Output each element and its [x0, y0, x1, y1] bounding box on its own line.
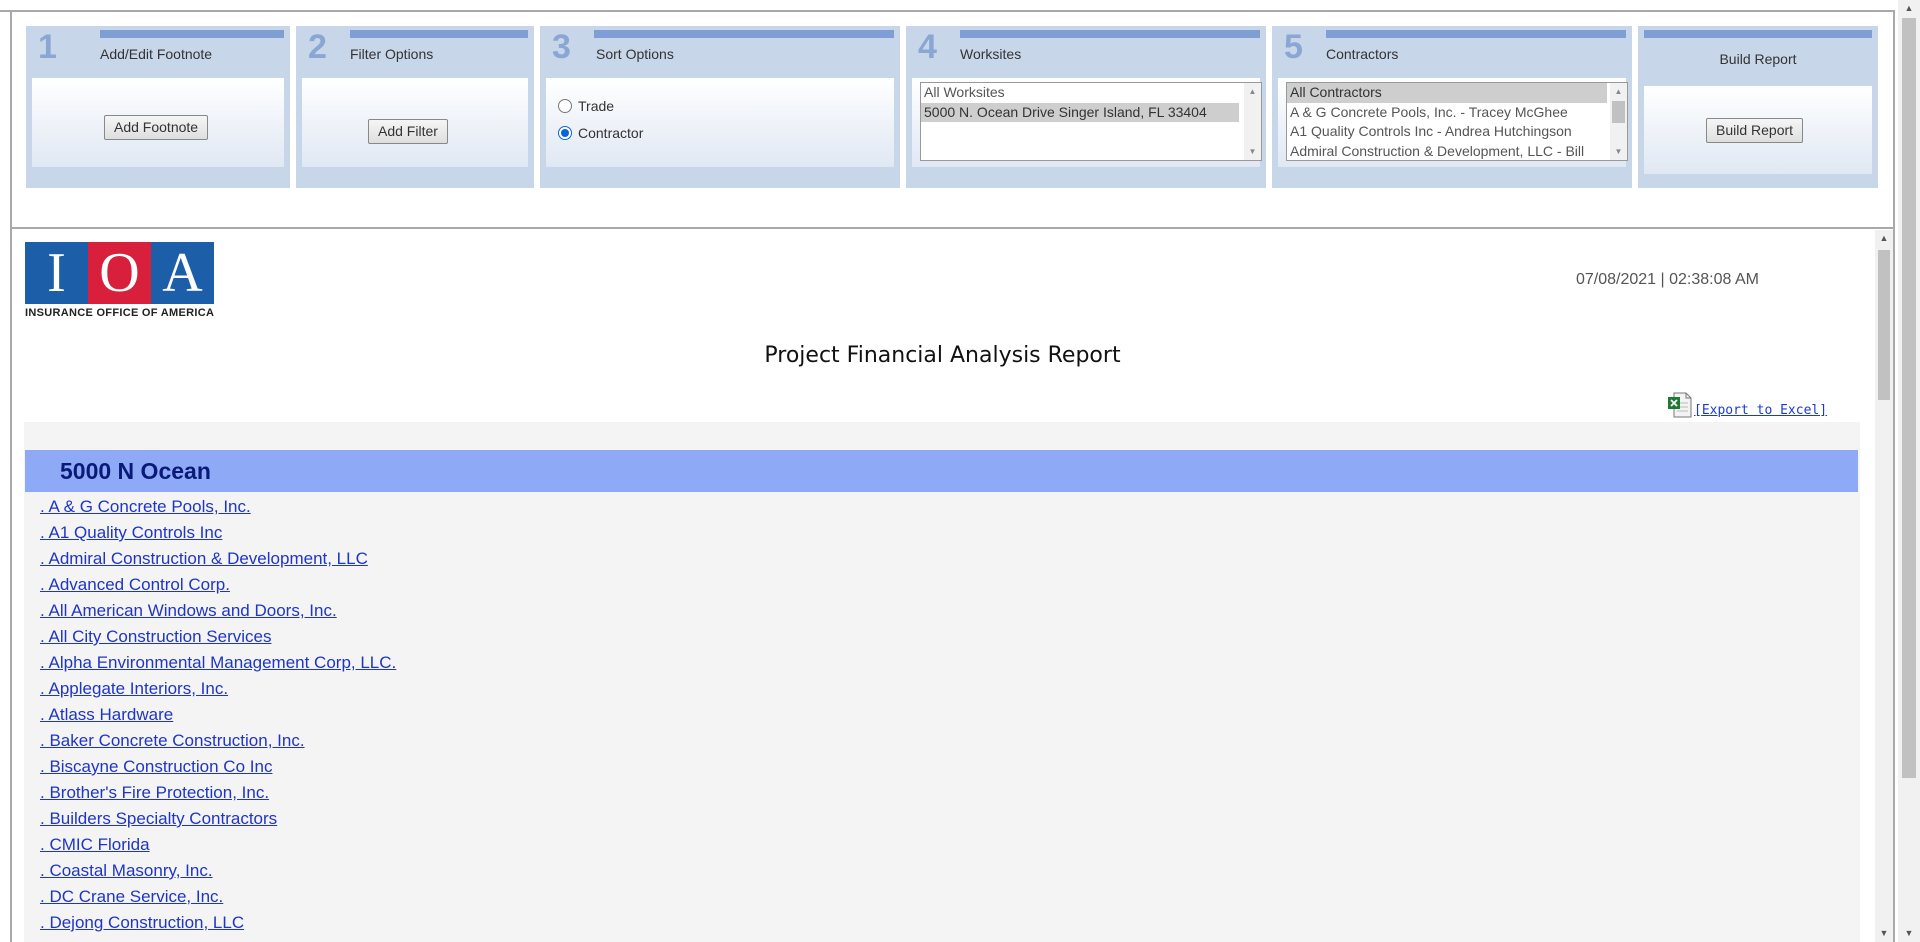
contractor-link[interactable]: . A1 Quality Controls Inc	[40, 522, 396, 548]
step-number: 2	[308, 28, 327, 66]
step-number: 3	[552, 28, 571, 66]
scroll-down-icon[interactable]: ▼	[1610, 143, 1627, 160]
divider	[0, 10, 1895, 12]
step-filter-panel: 2 Filter Options Add Filter	[296, 26, 534, 188]
list-option[interactable]: A & G Concrete Pools, Inc. - Tracey McGh…	[1287, 103, 1607, 123]
sort-contractor-option[interactable]: Contractor	[558, 125, 643, 141]
step-contractors-panel: 5 Contractors All Contractors A & G Conc…	[1272, 26, 1632, 188]
step-title: Worksites	[960, 46, 1022, 62]
sort-trade-option[interactable]: Trade	[558, 98, 614, 114]
step-body: All Worksites 5000 N. Ocean Drive Singer…	[912, 78, 1262, 167]
contractor-link[interactable]: . Dejong Construction, LLC	[40, 912, 396, 938]
step-footnote-panel: 1 Add/Edit Footnote Add Footnote	[26, 26, 290, 188]
step-title: Add/Edit Footnote	[100, 46, 213, 62]
export-to-excel[interactable]: [Export to Excel]	[1668, 392, 1827, 418]
listbox-scrollbar[interactable]: ▲ ▼	[1244, 83, 1261, 160]
scroll-up-icon[interactable]: ▲	[1875, 230, 1893, 247]
worksites-listbox[interactable]: All Worksites 5000 N. Ocean Drive Singer…	[920, 82, 1262, 161]
excel-icon[interactable]	[1668, 392, 1692, 418]
step-accent-bar	[1326, 30, 1626, 38]
step-body: Build Report	[1644, 86, 1872, 174]
step-accent-bar	[960, 30, 1260, 38]
contractor-link[interactable]: . Applegate Interiors, Inc.	[40, 678, 396, 704]
step-body: Add Footnote	[32, 78, 284, 167]
contractor-link[interactable]: . DC Crane Service, Inc.	[40, 886, 396, 912]
contractor-link[interactable]: . Builders Specialty Contractors	[40, 808, 396, 834]
divider	[10, 227, 1895, 229]
trade-radio[interactable]	[558, 99, 572, 113]
scroll-down-icon[interactable]: ▼	[1244, 143, 1261, 160]
step-sort-panel: 3 Sort Options Trade Contractor	[540, 26, 900, 188]
group-title: 5000 N Ocean	[60, 458, 211, 484]
scroll-up-icon[interactable]: ▲	[1898, 0, 1920, 17]
scroll-down-icon[interactable]: ▼	[1898, 925, 1920, 942]
contractor-link[interactable]: . Biscayne Construction Co Inc	[40, 756, 396, 782]
divider	[1893, 10, 1895, 942]
list-option[interactable]: All Worksites	[921, 83, 1261, 103]
step-build-panel: Build Report Build Report	[1638, 26, 1878, 188]
contractor-link[interactable]: . Baker Concrete Construction, Inc.	[40, 730, 396, 756]
logo-tagline: INSURANCE OFFICE OF AMERICA	[25, 307, 215, 319]
ioa-logo: I O A INSURANCE OFFICE OF AMERICA	[25, 242, 215, 321]
scroll-thumb[interactable]	[1878, 250, 1890, 400]
export-to-excel-link[interactable]: [Export to Excel]	[1694, 403, 1827, 418]
contractor-link[interactable]: . Alpha Environmental Management Corp, L…	[40, 652, 396, 678]
step-accent-bar	[100, 30, 284, 38]
step-body: Add Filter	[302, 78, 528, 167]
step-worksites-panel: 4 Worksites All Worksites 5000 N. Ocean …	[906, 26, 1266, 188]
contractor-link[interactable]: . Admiral Construction & Development, LL…	[40, 548, 396, 574]
report-scrollbar[interactable]: ▲ ▼	[1875, 230, 1893, 942]
report-title: Project Financial Analysis Report	[764, 343, 1121, 368]
contractor-link[interactable]: . CMIC Florida	[40, 834, 396, 860]
contractor-link[interactable]: . All City Construction Services	[40, 626, 396, 652]
build-report-button[interactable]: Build Report	[1706, 118, 1804, 143]
step-accent-bar	[594, 30, 894, 38]
add-filter-button[interactable]: Add Filter	[368, 119, 448, 144]
list-option-selected[interactable]: 5000 N. Ocean Drive Singer Island, FL 33…	[921, 102, 1239, 122]
contractor-list: . A & G Concrete Pools, Inc.. A1 Quality…	[40, 496, 396, 938]
report-timestamp: 07/08/2021 | 02:38:08 AM	[1576, 271, 1759, 288]
contractor-link[interactable]: . A & G Concrete Pools, Inc.	[40, 496, 396, 522]
scroll-down-icon[interactable]: ▼	[1875, 925, 1893, 942]
add-footnote-button[interactable]: Add Footnote	[104, 115, 209, 140]
contractor-link[interactable]: . Coastal Masonry, Inc.	[40, 860, 396, 886]
list-option-selected[interactable]: All Contractors	[1287, 83, 1607, 103]
contractor-link[interactable]: . Atlass Hardware	[40, 704, 396, 730]
list-option[interactable]: A1 Quality Controls Inc - Andrea Hutchin…	[1287, 122, 1607, 142]
listbox-scrollbar[interactable]: ▲ ▼	[1610, 83, 1627, 160]
logo-letter: A	[151, 242, 214, 304]
step-title: Contractors	[1326, 46, 1399, 62]
group-header: 5000 N Ocean	[25, 450, 1858, 492]
divider	[10, 10, 12, 942]
step-number: 1	[38, 28, 57, 66]
contractor-radio[interactable]	[558, 126, 572, 140]
step-body: Trade Contractor	[546, 78, 894, 167]
step-body: All Contractors A & G Concrete Pools, In…	[1278, 78, 1628, 167]
scroll-up-icon[interactable]: ▲	[1610, 83, 1627, 100]
logo-letter: O	[88, 242, 151, 304]
contractor-link[interactable]: . Advanced Control Corp.	[40, 574, 396, 600]
contractors-listbox[interactable]: All Contractors A & G Concrete Pools, In…	[1286, 82, 1628, 161]
page-scrollbar[interactable]: ▲ ▼	[1898, 0, 1920, 942]
step-accent-bar	[1644, 30, 1872, 38]
scroll-up-icon[interactable]: ▲	[1244, 83, 1261, 100]
step-title: Sort Options	[596, 46, 674, 62]
step-title: Build Report	[1719, 51, 1797, 67]
list-option[interactable]: Admiral Construction & Development, LLC …	[1287, 142, 1607, 161]
radio-label: Trade	[578, 98, 615, 114]
scroll-thumb[interactable]	[1902, 18, 1916, 778]
app-frame: 1 Add/Edit Footnote Add Footnote 2 Filte…	[0, 0, 1920, 942]
step-number: 4	[918, 28, 937, 66]
step-accent-bar	[350, 30, 528, 38]
radio-label: Contractor	[578, 125, 644, 141]
scroll-thumb[interactable]	[1612, 101, 1625, 123]
contractor-link[interactable]: . Brother's Fire Protection, Inc.	[40, 782, 396, 808]
step-title: Filter Options	[350, 46, 434, 62]
contractor-link[interactable]: . All American Windows and Doors, Inc.	[40, 600, 396, 626]
step-number: 5	[1284, 28, 1303, 66]
logo-letter: I	[25, 242, 88, 304]
